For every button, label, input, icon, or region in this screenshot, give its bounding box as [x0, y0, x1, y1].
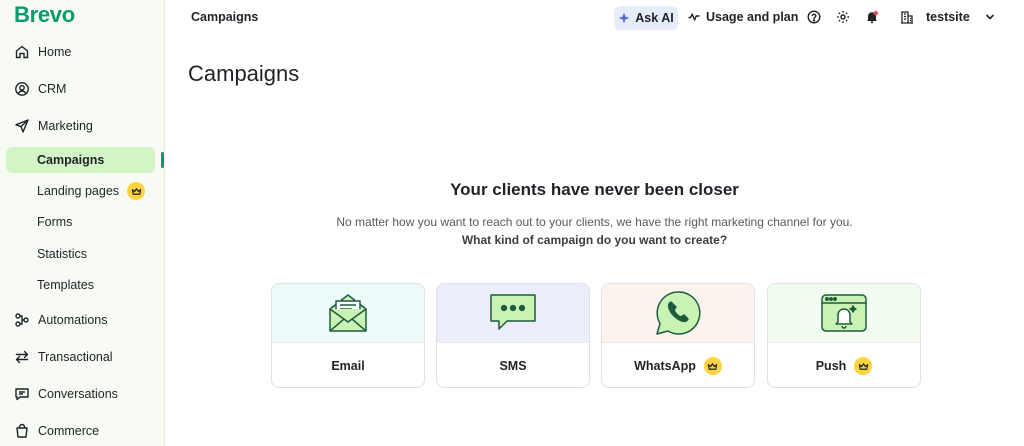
sidebar-subitem-templates[interactable]: Templates — [37, 274, 94, 296]
whatsapp-campaign-card[interactable]: WhatsApp — [601, 283, 755, 388]
whatsapp-illustration — [602, 284, 754, 343]
sidebar-item-label: Automations — [38, 313, 108, 327]
activity-icon — [688, 13, 700, 21]
ask-ai-button[interactable]: Ask AI — [614, 6, 678, 30]
sidebar-item-commerce[interactable]: Commerce — [14, 418, 99, 444]
sidebar-item-label: CRM — [38, 82, 67, 96]
hero-question: What kind of campaign do you want to cre… — [461, 233, 728, 247]
envelope-icon — [329, 294, 367, 332]
automation-icon — [14, 312, 30, 328]
account-name: testsite — [926, 10, 970, 24]
sidebar-item-label: Home — [38, 45, 72, 59]
hero-subtitle: No matter how you want to reach out to y… — [336, 215, 853, 229]
page-title: Campaigns — [188, 61, 300, 86]
sidebar-item-marketing[interactable]: Marketing — [14, 113, 93, 139]
sms-campaign-card[interactable]: SMS — [436, 283, 590, 388]
email-campaign-card[interactable]: Email — [271, 283, 425, 388]
hero-title: Your clients have never been closer — [450, 180, 739, 199]
card-label: Push — [768, 343, 920, 387]
breadcrumb: Campaigns — [191, 10, 259, 24]
brevo-logo[interactable]: Brevo — [14, 2, 75, 28]
sidebar-subitem-campaigns[interactable]: Campaigns — [37, 149, 104, 171]
crown-icon — [127, 182, 146, 200]
card-label-text: Push — [815, 359, 847, 373]
sidebar-subitem-label: Landing pages — [37, 184, 120, 198]
card-label: Email — [331, 359, 365, 373]
card-label: SMS — [499, 359, 527, 373]
card-label-text: WhatsApp — [634, 359, 696, 373]
notification-bell-icon[interactable] — [865, 10, 879, 24]
crown-icon — [703, 357, 722, 375]
sidebar-item-label: Commerce — [38, 424, 100, 438]
settings-icon[interactable] — [836, 10, 850, 24]
building-icon — [901, 11, 913, 24]
email-illustration — [272, 284, 424, 343]
usage-and-plan-button[interactable]: Usage and plan — [688, 10, 798, 24]
ask-ai-label: Ask AI — [635, 11, 674, 25]
usage-label: Usage and plan — [706, 10, 799, 24]
chevron-down-icon — [985, 14, 994, 20]
transfer-icon — [14, 349, 30, 365]
sidebar-item-label: Conversations — [38, 387, 118, 401]
account-menu[interactable]: testsite — [900, 10, 996, 24]
sparkle-icon — [618, 12, 630, 24]
help-icon[interactable] — [807, 10, 821, 24]
sidebar-item-conversations[interactable]: Conversations — [14, 381, 118, 407]
sidebar-item-automations[interactable]: Automations — [14, 307, 107, 333]
sms-illustration — [437, 284, 589, 343]
push-illustration — [768, 284, 920, 343]
whatsapp-icon — [656, 291, 701, 335]
browser-bell-icon — [821, 294, 867, 332]
push-campaign-card[interactable]: Push — [767, 283, 921, 388]
sidebar-subitem-landing-pages[interactable]: Landing pages — [37, 180, 146, 202]
sidebar-item-home[interactable]: Home — [14, 39, 71, 65]
card-label: WhatsApp — [602, 343, 754, 387]
sidebar-item-crm[interactable]: CRM — [14, 76, 66, 102]
home-icon — [14, 44, 30, 60]
send-icon — [14, 118, 30, 134]
sidebar-item-transactional[interactable]: Transactional — [14, 344, 113, 370]
message-bubble-icon — [490, 294, 536, 330]
chat-icon — [14, 386, 30, 402]
bag-icon — [14, 423, 30, 439]
sidebar: Brevo Home CRM Marketing Campaigns Landi… — [0, 0, 165, 446]
active-indicator — [161, 152, 164, 168]
sidebar-subitem-statistics[interactable]: Statistics — [37, 243, 87, 265]
crown-icon — [854, 357, 873, 375]
sidebar-item-label: Marketing — [38, 119, 93, 133]
contacts-icon — [14, 81, 30, 97]
sidebar-item-label: Transactional — [38, 350, 113, 364]
sidebar-subitem-forms[interactable]: Forms — [37, 211, 72, 233]
